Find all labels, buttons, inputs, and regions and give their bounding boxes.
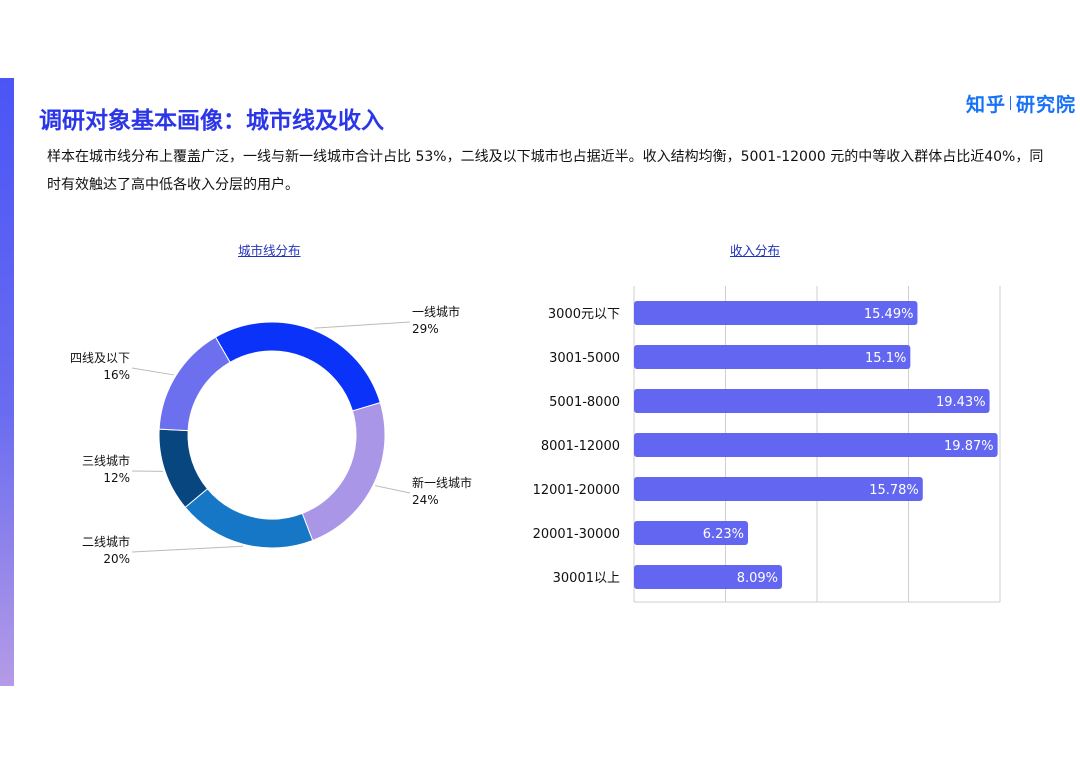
bar-category-label: 3001-5000 [549,351,620,366]
bar-value-label: 15.78% [869,483,919,498]
donut-leader-line [314,321,411,329]
donut-slice-label: 新一线城市 [412,475,472,490]
donut-slice-label: 二线城市 [82,534,130,549]
bar-category-label: 12001-20000 [533,483,620,498]
donut-slice-label: 四线及以下 [70,351,130,365]
donut-leader-line [375,485,411,494]
bar-category-label: 8001-12000 [541,439,620,454]
bar-value-label: 15.49% [864,307,914,322]
city-donut-chart: 一线城市 29% 新一线城市 24% 二线城市 20% 三线城市 12% 四线及以下 16% [70,304,472,566]
bar-value-label: 19.87% [944,439,994,454]
bar-value-label: 8.09% [737,571,778,586]
donut-slice [184,488,314,549]
donut-slice-value: 12% [103,471,130,485]
donut-slice-label: 三线城市 [82,453,130,468]
charts-canvas: 一线城市 29% 新一线城市 24% 二线城市 20% 三线城市 12% 四线及以下 16% 30… [70,286,1001,603]
donut-leader-line [131,367,175,376]
bar-category-label: 5001-8000 [549,395,620,410]
bar-value-label: 15.1% [865,351,906,366]
bar-category-label: 20001-30000 [533,527,620,542]
bar-category-label: 3000元以下 [548,307,620,322]
donut-slice-label: 一线城市 [412,304,460,319]
donut-slice [214,321,381,412]
donut-slice-value: 20% [103,552,130,566]
income-bar-chart: 3000元以下 15.49% 3001-5000 15.1% 5001-8000 19.4… [533,286,1001,603]
donut-slice [301,402,386,542]
donut-slice [158,336,231,432]
bar-value-label: 19.43% [936,395,986,410]
donut-leader-line [131,545,244,553]
donut-slice-value: 24% [412,493,439,507]
donut-slice-value: 29% [412,322,439,336]
donut-slice-value: 16% [103,368,130,382]
bar-value-label: 6.23% [703,527,744,542]
bar-category-label: 30001以上 [553,571,620,586]
